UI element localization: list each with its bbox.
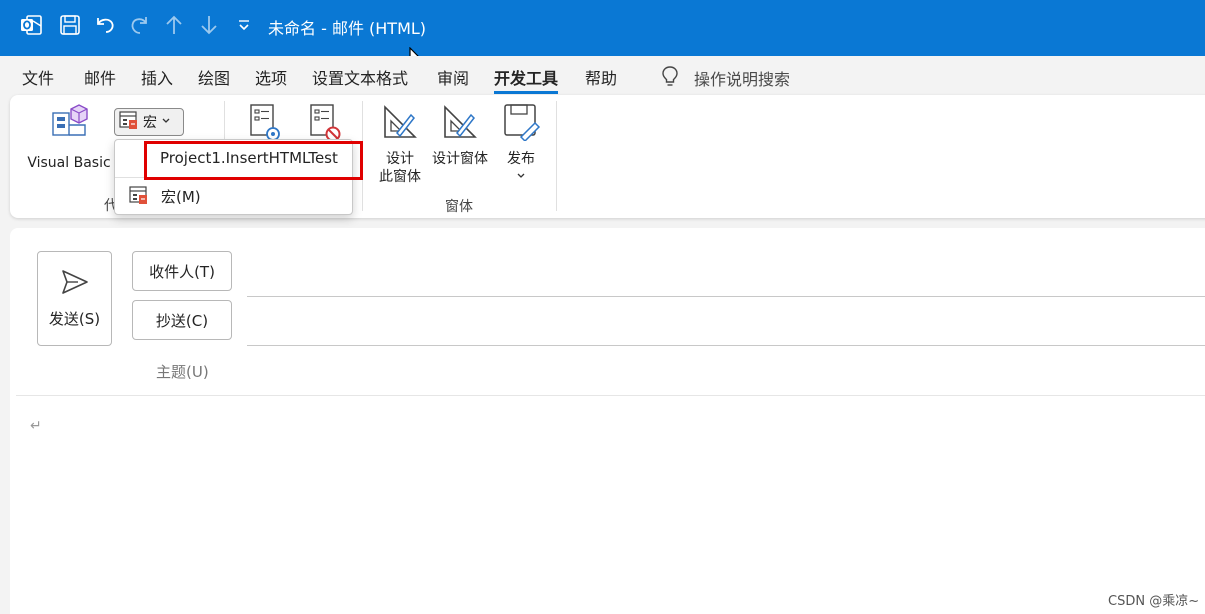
design-a-form-button[interactable]: 设计窗体 (428, 103, 492, 168)
save-icon[interactable] (57, 11, 83, 39)
title-bar: 未命名 - 邮件 (HTML) (0, 0, 1205, 56)
to-label: 收件人(T) (149, 262, 215, 281)
macros-dialog-label: 宏(M) (161, 188, 201, 206)
tab-options[interactable]: 选项 (255, 65, 287, 89)
arrow-up-icon[interactable] (161, 11, 187, 39)
visual-basic-button[interactable]: Visual Basic (26, 101, 112, 172)
publish-label: 发布 (507, 151, 535, 167)
subject-label: 主题(U) (156, 363, 209, 381)
macros-icon (129, 185, 149, 209)
tab-review[interactable]: 审阅 (437, 65, 469, 89)
message-body[interactable]: ↵ (30, 418, 42, 434)
triangle-ruler-icon (381, 103, 419, 146)
customize-dropdown-icon[interactable] (231, 11, 257, 39)
send-icon (60, 268, 90, 300)
to-field[interactable] (247, 296, 1205, 297)
ribbon-divider (362, 101, 363, 211)
menu-divider (115, 177, 352, 178)
design-this-form-label-1: 设计 (386, 151, 414, 167)
tab-help[interactable]: 帮助 (585, 65, 617, 89)
macro-item-label: Project1.InsertHTMLTest (160, 149, 338, 167)
tell-me-placeholder: 操作说明搜索 (694, 70, 791, 89)
design-this-form-label-2: 此窗体 (379, 169, 421, 185)
forms-group-label: 窗体 (445, 199, 473, 215)
send-button[interactable]: 发送(S) (37, 251, 112, 346)
window-title: 未命名 - 邮件 (HTML) (268, 19, 427, 38)
arrow-down-icon[interactable] (196, 11, 222, 39)
chevron-down-icon (516, 168, 526, 186)
tab-message[interactable]: 邮件 (84, 65, 116, 89)
cc-button[interactable]: 抄送(C) (132, 300, 232, 340)
compose-pane: 发送(S) 收件人(T) 抄送(C) 主题(U) ↵ (10, 228, 1205, 614)
publish-icon (501, 103, 541, 146)
tab-draw[interactable]: 绘图 (198, 65, 230, 89)
tab-format-text[interactable]: 设置文本格式 (312, 65, 408, 89)
outlook-logo-icon (18, 11, 44, 39)
body-divider (16, 395, 1205, 396)
design-this-form-button[interactable]: 设计 此窗体 (374, 103, 426, 186)
ribbon-tabs: 文件 邮件 插入 绘图 选项 设置文本格式 审阅 开发工具 帮助 操作说明搜索 (0, 56, 1205, 94)
cc-label: 抄送(C) (155, 311, 209, 330)
lightbulb-icon (660, 65, 680, 91)
redo-icon[interactable] (127, 11, 153, 39)
macros-dialog-item[interactable]: 宏(M) (115, 180, 352, 212)
chevron-down-icon (161, 114, 171, 130)
macros-button[interactable]: 宏 (114, 108, 184, 136)
tell-me-search[interactable]: 操作说明搜索 (660, 65, 790, 91)
ribbon-divider (556, 101, 557, 211)
tab-file[interactable]: 文件 (22, 65, 54, 89)
watermark: CSDN @乘凉~ (1108, 594, 1200, 609)
undo-icon[interactable] (92, 11, 118, 39)
visual-basic-icon (49, 101, 89, 146)
design-a-form-label: 设计窗体 (432, 151, 488, 167)
tab-developer[interactable]: 开发工具 (494, 65, 559, 94)
send-label: 发送(S) (48, 310, 101, 328)
tab-insert[interactable]: 插入 (141, 65, 173, 89)
publish-button[interactable]: 发布 (496, 103, 546, 186)
macros-icon (119, 110, 139, 134)
cc-field[interactable] (247, 345, 1205, 346)
triangle-ruler-icon (441, 103, 479, 146)
macros-label: 宏 (143, 115, 157, 131)
to-button[interactable]: 收件人(T) (132, 251, 232, 291)
macro-item-insert-html-test[interactable]: Project1.InsertHTMLTest (115, 140, 352, 176)
macro-dropdown-menu: Project1.InsertHTMLTest 宏(M) (114, 139, 353, 215)
visual-basic-label: Visual Basic (27, 155, 111, 171)
